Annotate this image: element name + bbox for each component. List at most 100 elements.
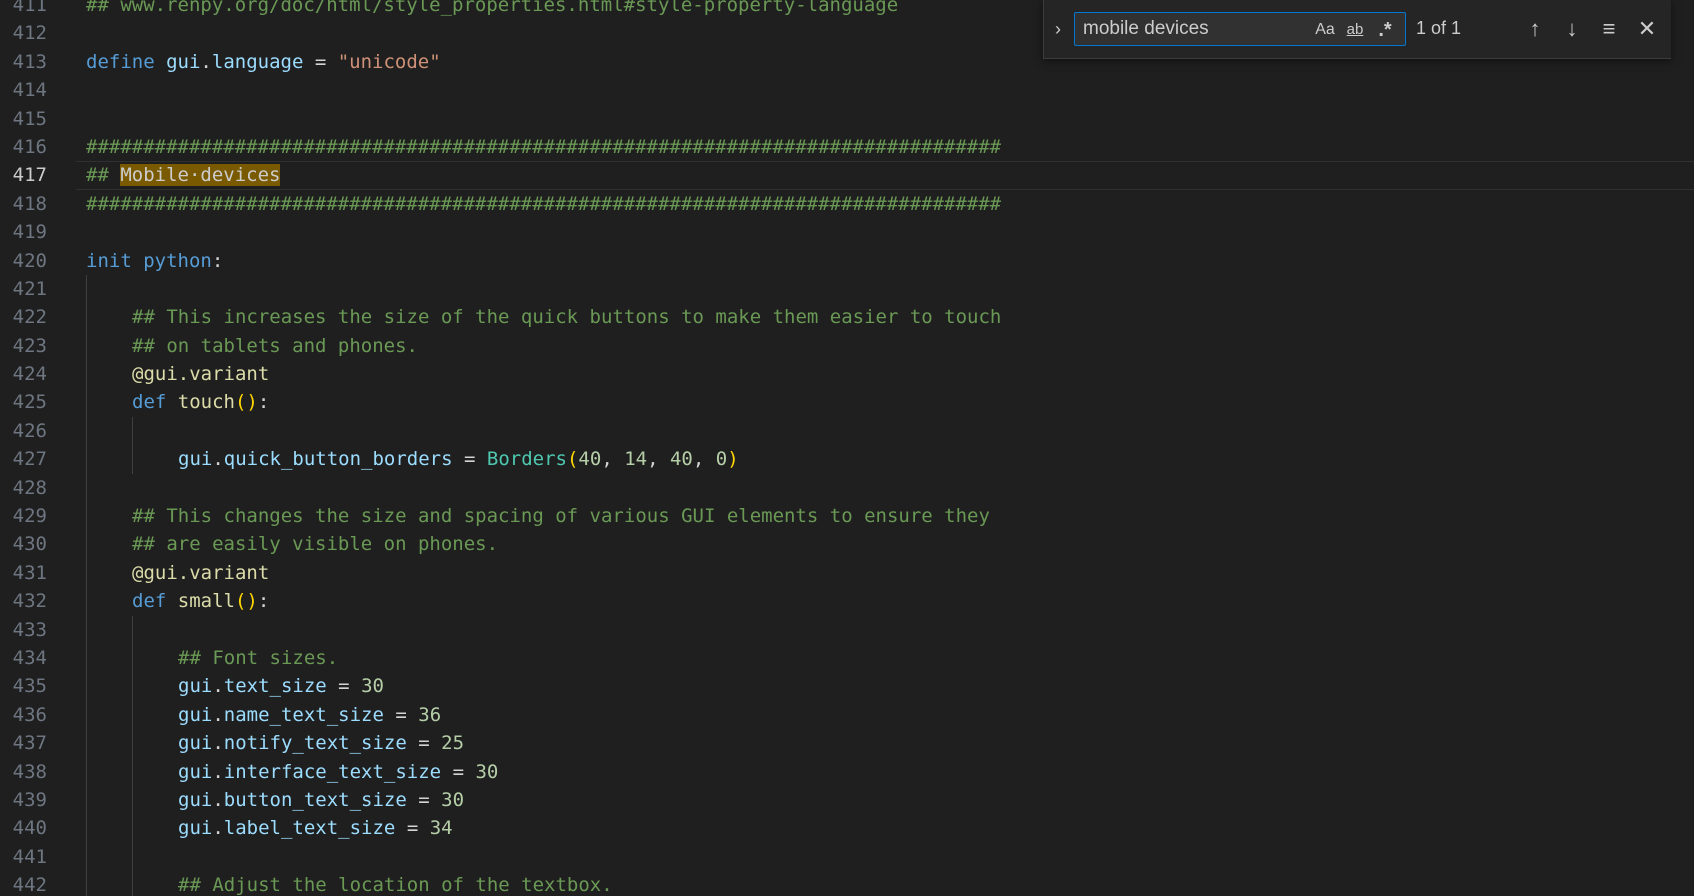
indent-guide xyxy=(132,757,133,786)
code-line[interactable]: 430 ## are easily visible on phones. xyxy=(0,530,1694,559)
line-number: 413 xyxy=(12,50,47,73)
code-line[interactable]: 416 #####################################… xyxy=(0,133,1694,161)
use-regex-icon[interactable]: .* xyxy=(1372,18,1398,42)
line-code: gui.text_size = 30 xyxy=(178,672,384,700)
code-line[interactable]: 422 ## This increases the size of the qui… xyxy=(0,303,1694,332)
previous-match-arrow-up-icon[interactable]: ↑ xyxy=(1520,14,1550,44)
indent-guide xyxy=(132,729,133,758)
line-number: 436 xyxy=(12,703,47,726)
line-code: gui.name_text_size = 36 xyxy=(178,701,441,729)
line-number: 429 xyxy=(12,505,47,528)
indent-guide xyxy=(86,871,87,896)
code-line[interactable]: 427 gui.quick_button_borders = Borders(40… xyxy=(0,445,1694,474)
code-line[interactable]: 426 xyxy=(0,416,1694,446)
indent-guide xyxy=(86,303,87,332)
code-token: = xyxy=(326,675,362,698)
line-number: 430 xyxy=(12,533,47,556)
line-number: 431 xyxy=(12,561,47,584)
line-number: 438 xyxy=(12,760,47,783)
line-number: 421 xyxy=(12,277,47,300)
code-line[interactable]: 428 xyxy=(0,473,1694,503)
code-token: gui xyxy=(178,817,213,840)
code-editor[interactable]: 411 ## www.renpy.org/doc/html/style_prope… xyxy=(0,0,1694,896)
match-count: 1 of 1 xyxy=(1416,18,1462,38)
indent-guide xyxy=(86,530,87,559)
code-line[interactable]: 434 ## Font sizes. xyxy=(0,643,1694,673)
code-token: gui xyxy=(166,50,201,73)
code-token: @gui.variant xyxy=(132,561,270,584)
code-token: ## are easily visible on phones. xyxy=(132,533,499,556)
line-code: gui.notify_text_size = 25 xyxy=(178,729,464,757)
code-line[interactable]: 429 ## This changes the size and spacing … xyxy=(0,502,1694,531)
code-token: ( xyxy=(566,448,579,471)
code-token: gui xyxy=(178,732,213,755)
code-token: 14 xyxy=(624,448,648,471)
match-whole-word-icon[interactable]: ab xyxy=(1342,18,1368,42)
code-token: = xyxy=(452,448,487,471)
indent-guide xyxy=(132,785,133,815)
code-token: gui xyxy=(178,448,213,471)
code-line[interactable]: 414 xyxy=(0,76,1694,104)
code-line[interactable]: 435 gui.text_size = 30 xyxy=(0,672,1694,701)
code-token: ## This changes the size and spacing of … xyxy=(132,505,990,528)
line-code: ## www.renpy.org/doc/html/style_properti… xyxy=(86,0,898,19)
code-token: ## Font sizes. xyxy=(178,646,339,669)
code-token: ## www.renpy.org/doc/html/style_properti… xyxy=(86,0,899,16)
find-in-selection-icon[interactable]: ≡ xyxy=(1594,14,1624,44)
line-code: @gui.variant xyxy=(132,360,269,388)
code-line[interactable]: 415 xyxy=(0,105,1694,133)
code-line[interactable]: 440 gui.label_text_size = 34 xyxy=(0,814,1694,843)
code-token: , xyxy=(647,448,670,471)
find-input[interactable] xyxy=(1083,15,1303,43)
code-line[interactable]: 423 ## on tablets and phones. xyxy=(0,331,1694,361)
code-line[interactable]: 431 @gui.variant xyxy=(0,558,1694,588)
code-line[interactable]: 438 gui.interface_text_size = 30 xyxy=(0,757,1694,786)
line-number: 441 xyxy=(12,845,47,868)
code-line[interactable]: 425 def touch(): xyxy=(0,388,1694,417)
code-line[interactable]: 437 gui.notify_text_size = 25 xyxy=(0,729,1694,758)
code-token: ########################################… xyxy=(86,135,1002,158)
indent-guide xyxy=(86,672,87,701)
code-line[interactable]: 436 gui.name_text_size = 36 xyxy=(0,700,1694,730)
indent-guide xyxy=(86,360,87,389)
indent-guide xyxy=(86,729,87,758)
code-token: language xyxy=(211,50,304,73)
code-line[interactable]: 441 xyxy=(0,842,1694,872)
code-token: . xyxy=(212,760,224,783)
code-token: def xyxy=(132,391,167,414)
code-token: = xyxy=(406,732,442,755)
line-number: 419 xyxy=(12,221,47,244)
code-line[interactable]: 421 xyxy=(0,274,1694,304)
line-number: 439 xyxy=(12,788,47,811)
code-token: small xyxy=(177,590,235,613)
line-number: 427 xyxy=(12,448,47,471)
code-line[interactable]: 432 def small(): xyxy=(0,587,1694,616)
line-code: ## This increases the size of the quick … xyxy=(132,303,1001,331)
code-line[interactable]: 439 gui.button_text_size = 30 xyxy=(0,785,1694,815)
code-token: init xyxy=(86,249,132,272)
code-line[interactable]: 424 @gui.variant xyxy=(0,360,1694,389)
code-line[interactable]: 417 ## Mobile·devices xyxy=(0,161,1694,191)
code-line[interactable]: 418 #####################################… xyxy=(0,190,1694,218)
code-line[interactable]: 433 xyxy=(0,615,1694,644)
code-line[interactable]: 419 xyxy=(0,218,1694,246)
indent-guide xyxy=(86,842,87,872)
next-match-arrow-down-icon[interactable]: ↓ xyxy=(1557,14,1587,44)
line-number: 426 xyxy=(12,419,47,442)
toggle-replace-chevron-icon[interactable]: › xyxy=(1050,13,1066,45)
indent-guide xyxy=(132,615,133,644)
code-token: python xyxy=(143,249,212,272)
close-icon[interactable]: ✕ xyxy=(1632,14,1662,44)
code-token: . xyxy=(212,675,224,698)
line-code: ########################################… xyxy=(86,133,1001,161)
code-line[interactable]: 420 init python: xyxy=(0,247,1694,275)
code-token: notify_text_size xyxy=(223,732,407,755)
line-number: 435 xyxy=(12,675,47,698)
code-token: gui xyxy=(178,788,213,811)
code-token: : xyxy=(211,249,224,272)
match-case-icon[interactable]: Aa xyxy=(1312,18,1338,42)
code-line[interactable]: 442 ## Adjust the location of the textbox… xyxy=(0,871,1694,896)
